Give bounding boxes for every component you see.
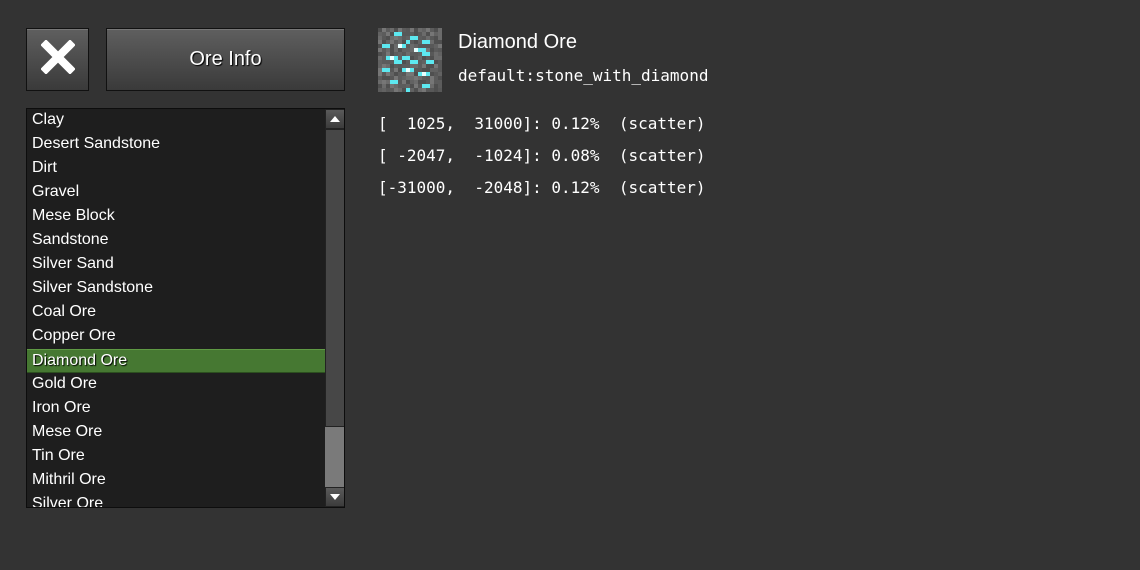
ore-list[interactable]: Clay Desert Sandstone Dirt Gravel Mese Block…	[26, 108, 345, 508]
scroll-up-arrow-icon[interactable]	[325, 109, 344, 129]
ore-list-items: Clay Desert Sandstone Dirt Gravel Mese Block…	[27, 109, 325, 507]
list-item[interactable]: Desert Sandstone	[27, 133, 325, 157]
list-item[interactable]: Tin Ore	[27, 445, 325, 469]
list-item[interactable]: Copper Ore	[27, 325, 325, 349]
list-item[interactable]: Gravel	[27, 181, 325, 205]
ore-info-window: Ore Info Clay Desert Sandstone Dirt Gravel M…	[0, 0, 1140, 570]
list-item[interactable]: Coal Ore	[27, 301, 325, 325]
scroll-down-arrow-icon[interactable]	[325, 487, 344, 507]
list-item[interactable]: Gold Ore	[27, 373, 325, 397]
list-item[interactable]: Silver Ore	[27, 493, 325, 507]
list-item[interactable]: Clay	[27, 109, 325, 133]
list-item[interactable]: Silver Sandstone	[27, 277, 325, 301]
list-item[interactable]: Silver Sand	[27, 253, 325, 277]
range-line: [-31000, -2048]: 0.12% (scatter)	[378, 178, 706, 197]
scrollbar-thumb[interactable]	[325, 129, 344, 427]
ore-generation-ranges: [ 1025, 31000]: 0.12% (scatter) [ -2047, …	[378, 114, 706, 210]
diamond-ore-icon	[378, 28, 442, 92]
close-x-icon	[39, 39, 76, 79]
range-line: [ 1025, 31000]: 0.12% (scatter)	[378, 114, 706, 133]
list-item[interactable]: Iron Ore	[27, 397, 325, 421]
list-item[interactable]: Sandstone	[27, 229, 325, 253]
ore-info-label: Ore Info	[189, 48, 262, 70]
list-item[interactable]: Mese Ore	[27, 421, 325, 445]
list-item[interactable]: Dirt	[27, 157, 325, 181]
list-item[interactable]: Mese Block	[27, 205, 325, 229]
list-item[interactable]: Mithril Ore	[27, 469, 325, 493]
close-button[interactable]	[26, 28, 89, 91]
list-item-selected[interactable]: Diamond Ore	[27, 349, 325, 373]
ore-item-id: default:stone_with_diamond	[458, 66, 709, 85]
range-line: [ -2047, -1024]: 0.08% (scatter)	[378, 146, 706, 165]
ore-name: Diamond Ore	[458, 31, 577, 53]
ore-info-button[interactable]: Ore Info	[106, 28, 345, 91]
ore-list-scrollbar[interactable]	[325, 109, 344, 507]
